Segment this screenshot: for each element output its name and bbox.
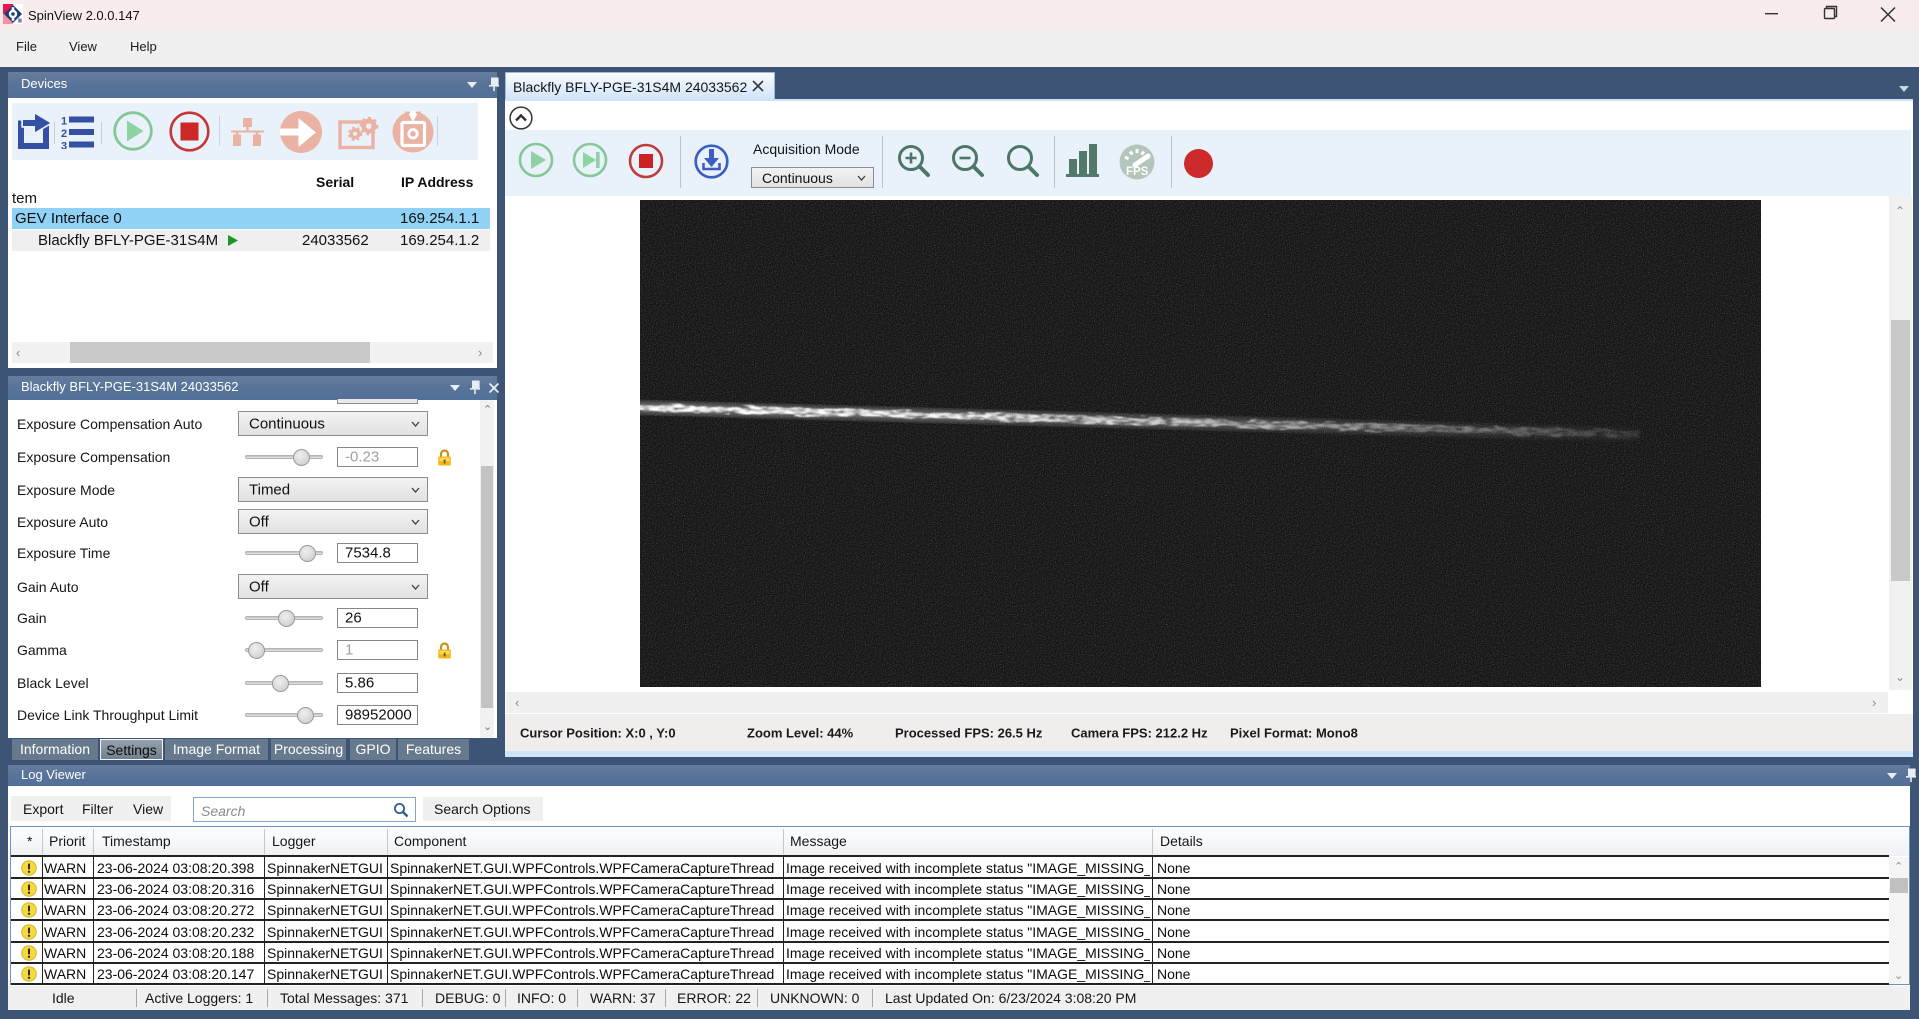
svg-text:1: 1 <box>61 116 67 128</box>
svg-text:FPS: FPS <box>1126 166 1149 178</box>
svg-text:3: 3 <box>61 141 67 150</box>
svg-text:2: 2 <box>61 128 67 140</box>
